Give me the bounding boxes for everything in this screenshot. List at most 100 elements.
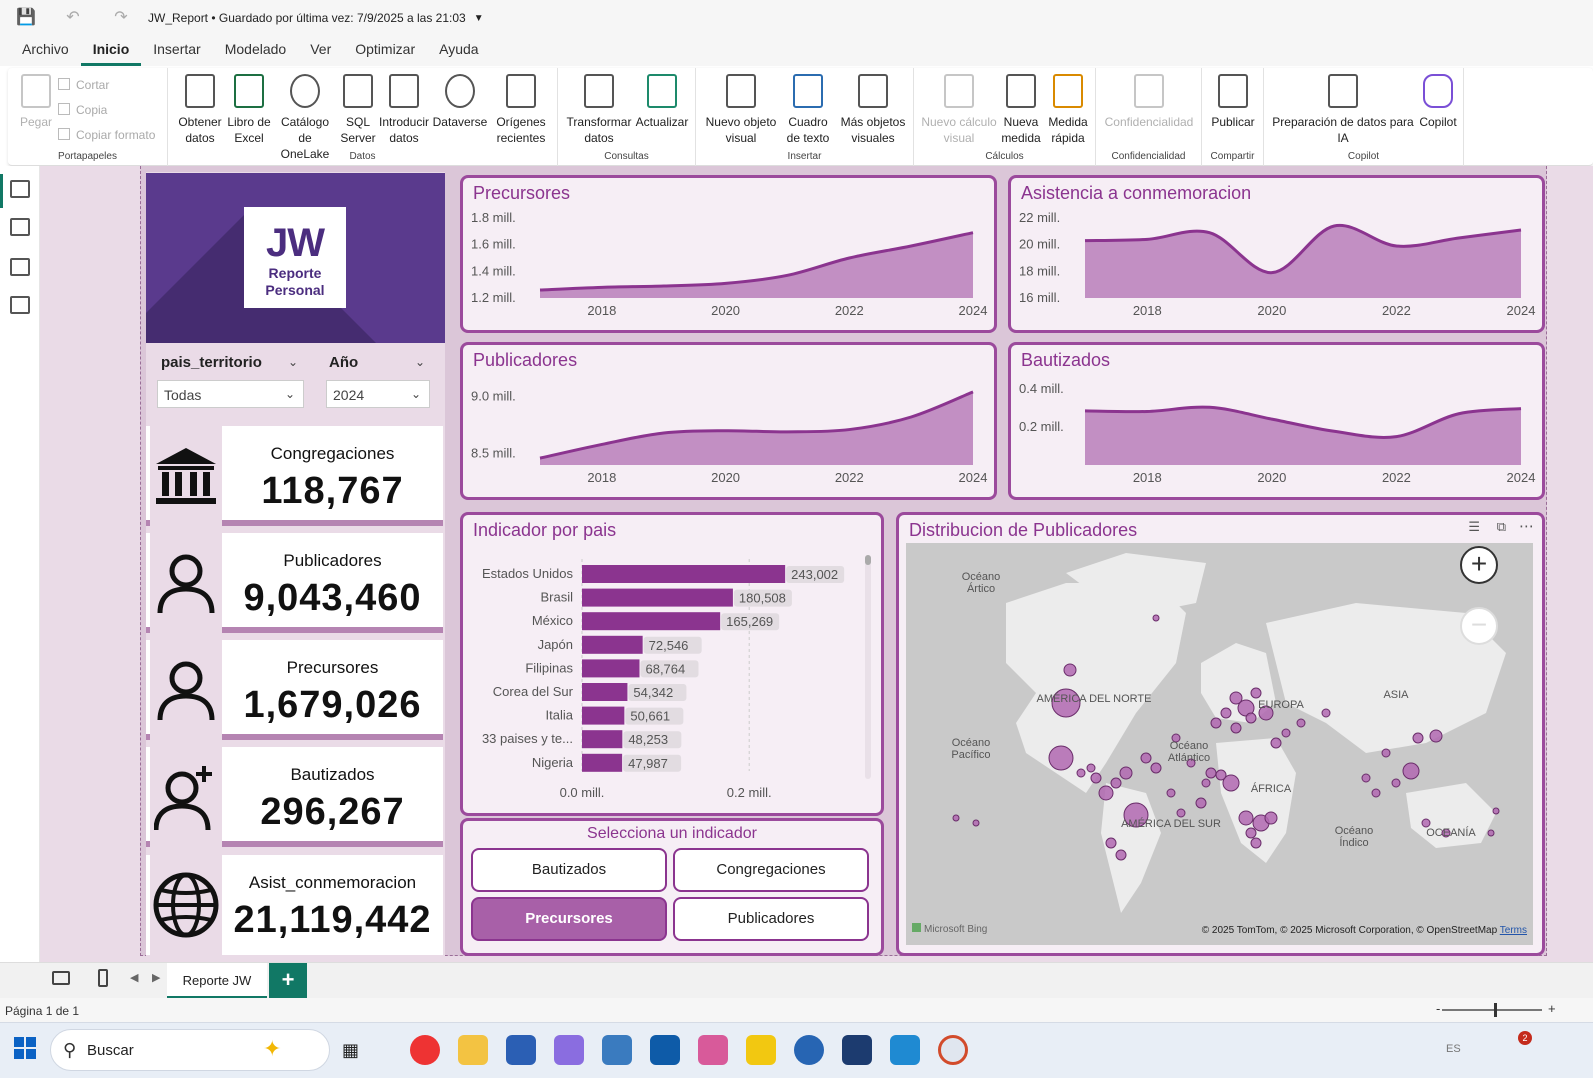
zoom-slider-thumb[interactable] [1494, 1003, 1497, 1017]
map-bubble[interactable] [1105, 837, 1117, 849]
map-bubble[interactable] [1205, 767, 1217, 779]
map-bubble[interactable] [1250, 687, 1262, 699]
sensitivity-button[interactable]: Confidencialidad [1100, 74, 1198, 130]
undo-icon[interactable]: ↶ [64, 9, 82, 27]
map-bubble[interactable] [1220, 707, 1232, 719]
map-bubble[interactable] [1391, 778, 1401, 788]
zoom-in-button[interactable]: + [1460, 546, 1498, 584]
bar[interactable] [582, 706, 625, 725]
map-bubble[interactable] [1230, 722, 1242, 734]
chrome-icon[interactable] [410, 1035, 440, 1065]
app-icon[interactable] [938, 1035, 968, 1065]
map-bubble[interactable] [1076, 768, 1086, 778]
dataverse-button[interactable]: Dataverse [432, 74, 488, 130]
visual-calc-button[interactable]: Nuevo cálculo visual [920, 74, 998, 146]
chart-asistencia[interactable]: Asistencia a conmemoracion 16 mill. 18 mi… [1008, 175, 1545, 333]
chart-bautizados[interactable]: Bautizados 0.2 mill. 0.4 mill. 2018 2020 202… [1008, 342, 1545, 500]
map-bubble[interactable] [1421, 818, 1431, 828]
bar[interactable] [582, 565, 786, 583]
table-view-icon[interactable] [10, 218, 30, 236]
m365-icon[interactable] [554, 1035, 584, 1065]
map-bubble[interactable] [1245, 712, 1257, 724]
map-bubble[interactable] [1086, 763, 1096, 773]
more-visuals-button[interactable]: Más objetos visuales [838, 74, 908, 146]
map-bubble[interactable] [1402, 762, 1420, 780]
chevron-down-icon[interactable]: ▼ [474, 13, 484, 24]
desktop-view-icon[interactable] [52, 971, 70, 985]
chart-publicadores[interactable]: Publicadores 8.5 mill. 9.0 mill. 2018 2020 2… [460, 342, 997, 500]
new-visual-button[interactable]: Nuevo objeto visual [704, 74, 778, 146]
prev-page-icon[interactable]: ◀ [130, 971, 138, 984]
map-bubble[interactable] [1270, 737, 1282, 749]
zoom-out-icon[interactable]: - [1436, 1001, 1440, 1016]
option-congregaciones[interactable]: Congregaciones [673, 848, 869, 892]
recent-sources-button[interactable]: Orígenes recientes [490, 74, 552, 146]
chart-indicador-por-pais[interactable]: Indicador por pais 0.0 mill. 0.2 mill. Est… [460, 512, 884, 816]
map-bubble[interactable] [1098, 785, 1114, 801]
sql-server-button[interactable]: SQL Server [338, 74, 378, 146]
map-bubble[interactable] [1361, 773, 1371, 783]
chevron-down-icon[interactable]: ⌄ [288, 355, 298, 369]
next-page-icon[interactable]: ▶ [152, 971, 160, 984]
excel-button[interactable]: Libro de Excel [226, 74, 272, 146]
map-bubble[interactable] [1176, 808, 1186, 818]
map-bubble[interactable] [1492, 807, 1500, 815]
get-data-button[interactable]: Obtener datos [176, 74, 224, 146]
task-view-icon[interactable]: ▦ [342, 1035, 372, 1065]
map-bubble[interactable] [1048, 745, 1074, 771]
redo-icon[interactable]: ↷ [112, 9, 130, 27]
map-bubble[interactable] [1195, 797, 1207, 809]
option-precursores[interactable]: Precursores [471, 897, 667, 941]
map-bubble[interactable] [1381, 748, 1391, 758]
zoom-slider[interactable] [1442, 1003, 1542, 1017]
add-page-button[interactable]: + [269, 963, 307, 999]
map-bubble[interactable] [1487, 829, 1495, 837]
bar[interactable] [582, 730, 623, 749]
map-bubble[interactable] [1119, 766, 1133, 780]
tab-modelado[interactable]: Modelado [213, 36, 299, 66]
focus-mode-icon[interactable]: ⧉ [1497, 519, 1506, 535]
tab-ver[interactable]: Ver [298, 36, 343, 66]
tab-optimizar[interactable]: Optimizar [343, 36, 427, 66]
cut-button[interactable]: Cortar [58, 78, 109, 92]
start-button[interactable] [14, 1037, 36, 1059]
chart-precursores[interactable]: Precursores 1.2 mill. 1.4 mill. 1.6 mill. 1… [460, 175, 997, 333]
powerbi-icon[interactable] [746, 1035, 776, 1065]
copilot-button[interactable]: Copilot [1414, 74, 1462, 130]
map-bubble[interactable] [1090, 772, 1102, 784]
map-bubble[interactable] [1281, 728, 1291, 738]
tab-inicio[interactable]: Inicio [80, 36, 142, 66]
language-indicator[interactable]: ES [1446, 1043, 1461, 1055]
map-bubble[interactable] [1321, 708, 1331, 718]
map-canvas[interactable]: Océano Ártico AMÉRICA DEL NORTE EUROPA A… [906, 543, 1533, 945]
map-bubble[interactable] [1215, 769, 1227, 781]
chevron-down-icon[interactable]: ⌄ [415, 355, 425, 369]
word-icon[interactable] [506, 1035, 536, 1065]
option-publicadores[interactable]: Publicadores [673, 897, 869, 941]
bar[interactable] [582, 612, 721, 631]
save-icon[interactable]: 💾 [16, 9, 36, 27]
dax-view-icon[interactable] [10, 296, 30, 314]
map-bubble[interactable] [1152, 614, 1160, 622]
format-painter-button[interactable]: Copiar formato [58, 128, 155, 142]
model-view-icon[interactable] [10, 258, 30, 276]
map-bubble[interactable] [952, 814, 960, 822]
notification-badge[interactable]: 2 [1518, 1031, 1532, 1045]
map-bubble[interactable] [1371, 788, 1381, 798]
git-icon[interactable] [698, 1035, 728, 1065]
filter-icon[interactable]: ☰ [1468, 519, 1480, 535]
map-bubble[interactable] [1140, 752, 1152, 764]
onelake-button[interactable]: Catálogo de OneLake [274, 74, 336, 162]
bar[interactable] [582, 683, 628, 701]
copy-button[interactable]: Copia [58, 103, 107, 117]
document-title[interactable]: JW_Report • Guardado por última vez: 7/9… [148, 11, 466, 25]
vscode-icon[interactable] [890, 1035, 920, 1065]
map-bubble[interactable] [1166, 788, 1176, 798]
spyder-icon[interactable] [650, 1035, 680, 1065]
map-bubble[interactable] [1210, 717, 1222, 729]
zoom-in-icon[interactable]: + [1548, 1001, 1556, 1016]
enter-data-button[interactable]: Introducir datos [378, 74, 430, 146]
transform-data-button[interactable]: Transformar datos [566, 74, 632, 146]
refresh-button[interactable]: Actualizar [634, 74, 690, 130]
paste-button[interactable]: Pegar [16, 74, 56, 130]
